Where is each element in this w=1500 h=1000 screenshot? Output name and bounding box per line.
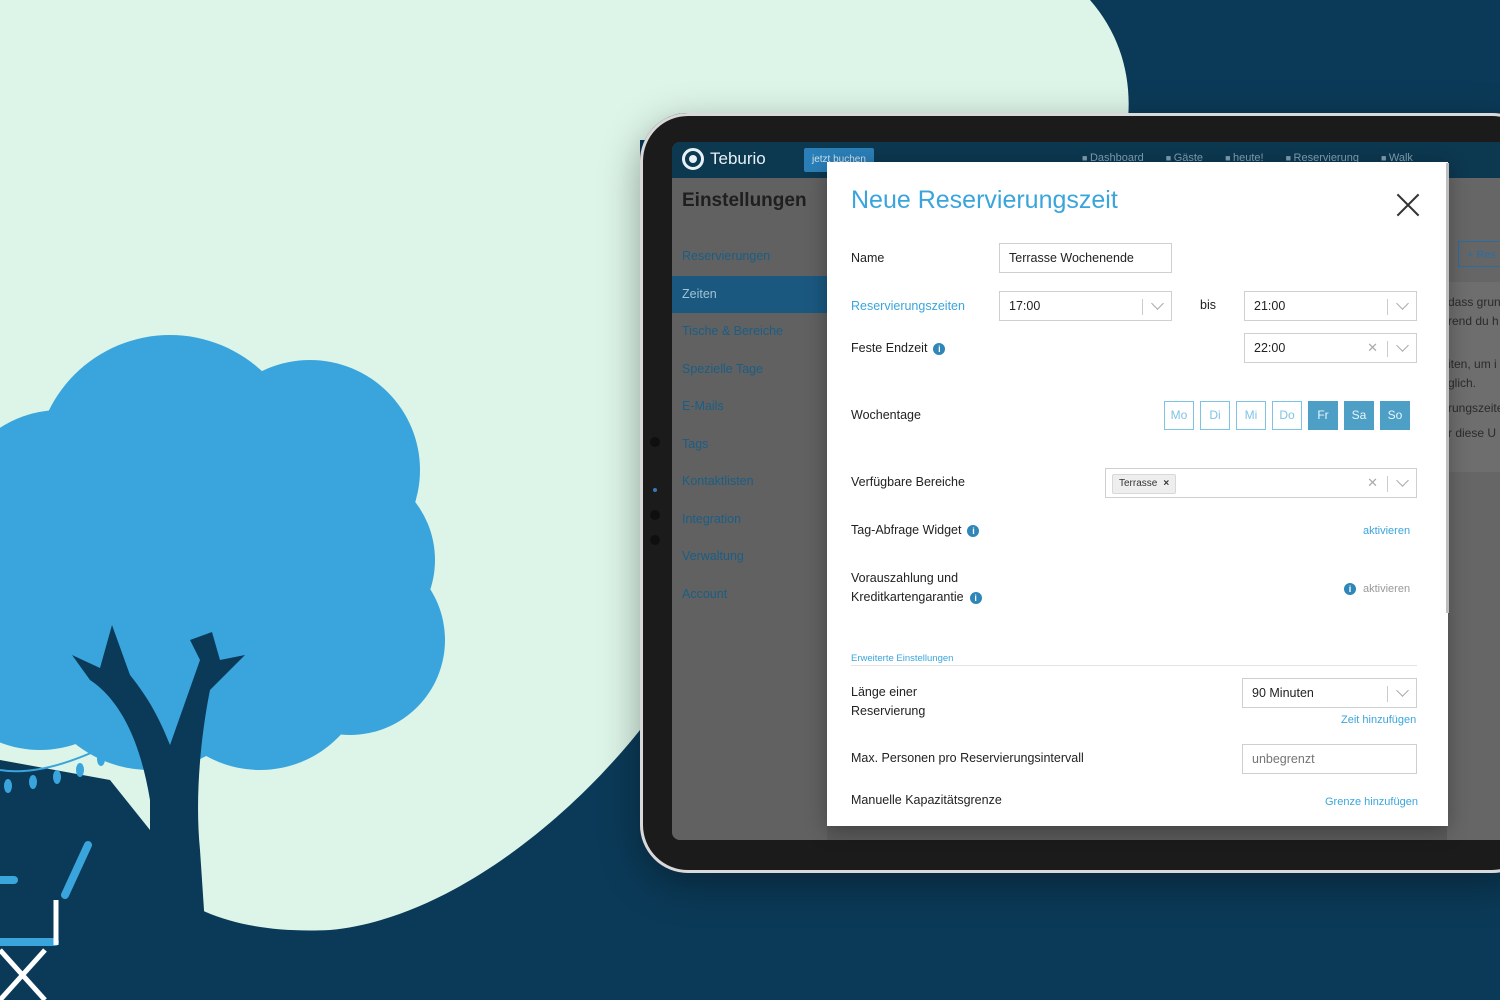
name-input[interactable]: Terrasse Wochenende bbox=[999, 243, 1172, 273]
times-separator: bis bbox=[1200, 298, 1216, 312]
fixed-end-label: Feste Endzeit i bbox=[851, 339, 946, 358]
select-separator bbox=[1142, 299, 1143, 315]
capacity-label: Manuelle Kapazitätsgrenze bbox=[851, 793, 1002, 807]
areas-multiselect[interactable]: Terrasse × ✕ bbox=[1105, 468, 1417, 498]
prepayment-label-line1: Vorauszahlung und bbox=[851, 571, 959, 585]
remove-tag-icon[interactable]: × bbox=[1163, 478, 1169, 489]
weekday-fr[interactable]: Fr bbox=[1308, 401, 1338, 430]
marketing-scene: Teburio jetzt buchen Dashboard Gäste heu… bbox=[0, 0, 1500, 1000]
sidebar-item-kontaktlisten[interactable]: Kontaktlisten bbox=[672, 463, 827, 501]
duration-label-line1: Länge einer bbox=[851, 685, 918, 699]
prepayment-label-line2: Kreditkartengarantie bbox=[851, 590, 964, 604]
fixed-end-value: 22:00 bbox=[1254, 341, 1286, 355]
weekday-mi[interactable]: Mi bbox=[1236, 401, 1266, 430]
tag-widget-label-text: Tag-Abfrage Widget bbox=[851, 523, 962, 537]
clear-icon[interactable]: ✕ bbox=[1367, 334, 1378, 362]
sidebar-item-tische-bereiche[interactable]: Tische & Bereiche bbox=[672, 313, 827, 351]
sidebar-item-emails[interactable]: E-Mails bbox=[672, 388, 827, 426]
max-persons-label: Max. Personen pro Reservierungsintervall bbox=[851, 751, 1084, 765]
chevron-down-icon[interactable] bbox=[1396, 339, 1409, 352]
background-text: rungszeite bbox=[1448, 401, 1500, 415]
background-text: iten, um i bbox=[1448, 357, 1497, 371]
new-reservation-time-modal: Neue Reservierungszeit Name Terrasse Woc… bbox=[827, 162, 1448, 826]
add-reservation-time-button[interactable]: + Res bbox=[1458, 241, 1500, 267]
sidebar-item-tags[interactable]: Tags bbox=[672, 426, 827, 464]
sidebar-list: Reservierungen Zeiten Tische & Bereiche … bbox=[672, 238, 827, 613]
weekdays-label: Wochentage bbox=[851, 408, 921, 422]
info-icon[interactable]: i bbox=[967, 524, 980, 537]
background-text: rend du h bbox=[1448, 314, 1499, 328]
add-time-link[interactable]: Zeit hinzufügen bbox=[1341, 714, 1416, 726]
sidebar-item-reservierungen[interactable]: Reservierungen bbox=[672, 238, 827, 276]
tablet-sensor bbox=[650, 510, 660, 520]
time-to-value: 21:00 bbox=[1254, 299, 1286, 313]
weekday-so[interactable]: So bbox=[1380, 401, 1410, 430]
section-divider bbox=[851, 665, 1417, 666]
weekday-di[interactable]: Di bbox=[1200, 401, 1230, 430]
duration-label-line2: Reservierung bbox=[851, 704, 926, 718]
weekday-toggle-group: Mo Di Mi Do Fr Sa So bbox=[1164, 401, 1410, 430]
tag-widget-activate-link[interactable]: aktivieren bbox=[1363, 525, 1410, 537]
add-limit-link[interactable]: Grenze hinzufügen bbox=[1325, 796, 1418, 808]
background-text: glich. bbox=[1448, 376, 1477, 390]
time-from-value: 17:00 bbox=[1009, 299, 1041, 313]
chevron-down-icon[interactable] bbox=[1396, 684, 1409, 697]
select-separator bbox=[1387, 686, 1388, 702]
sidebar-item-integration[interactable]: Integration bbox=[672, 501, 827, 539]
tablet-camera-light bbox=[653, 488, 657, 492]
sidebar-title: Einstellungen bbox=[682, 190, 807, 211]
tablet-sensor bbox=[650, 535, 660, 545]
close-icon[interactable] bbox=[1395, 192, 1421, 218]
advanced-settings-heading[interactable]: Erweiterte Einstellungen bbox=[851, 653, 953, 664]
clear-icon[interactable]: ✕ bbox=[1367, 469, 1378, 497]
prepayment-activate-link[interactable]: aktivieren bbox=[1363, 583, 1410, 595]
area-tag-label: Terrasse bbox=[1119, 478, 1158, 489]
max-persons-input[interactable] bbox=[1242, 744, 1417, 774]
app-name: Teburio bbox=[710, 149, 766, 168]
chevron-down-icon[interactable] bbox=[1396, 297, 1409, 310]
sidebar-item-spezielle-tage[interactable]: Spezielle Tage bbox=[672, 351, 827, 389]
sidebar-item-account[interactable]: Account bbox=[672, 576, 827, 614]
weekday-mo[interactable]: Mo bbox=[1164, 401, 1194, 430]
tree-illustration bbox=[0, 335, 445, 1000]
weekday-do[interactable]: Do bbox=[1272, 401, 1302, 430]
chevron-down-icon[interactable] bbox=[1151, 297, 1164, 310]
select-separator bbox=[1387, 341, 1388, 357]
tablet-sensor bbox=[650, 437, 660, 447]
name-label: Name bbox=[851, 251, 885, 265]
background-text: r diese U bbox=[1448, 426, 1497, 440]
info-icon[interactable]: i bbox=[969, 591, 982, 604]
reservation-times-label: Reservierungszeiten bbox=[851, 299, 965, 313]
modal-title: Neue Reservierungszeit bbox=[851, 186, 1118, 214]
chevron-down-icon[interactable] bbox=[1396, 474, 1409, 487]
fixed-end-select[interactable]: 22:00 ✕ bbox=[1244, 333, 1417, 363]
time-from-select[interactable]: 17:00 bbox=[999, 291, 1172, 321]
fixed-end-label-text: Feste Endzeit bbox=[851, 341, 928, 355]
info-icon[interactable]: i bbox=[1344, 583, 1356, 595]
modal-scrollbar[interactable] bbox=[1446, 163, 1449, 613]
duration-label: Länge einer Reservierung bbox=[851, 683, 925, 721]
background-text: dass grun bbox=[1448, 295, 1500, 309]
time-to-select[interactable]: 21:00 bbox=[1244, 291, 1417, 321]
weekday-sa[interactable]: Sa bbox=[1344, 401, 1374, 430]
sidebar-item-verwaltung[interactable]: Verwaltung bbox=[672, 538, 827, 576]
logo-icon bbox=[682, 148, 704, 170]
select-separator bbox=[1387, 299, 1388, 315]
duration-select[interactable]: 90 Minuten bbox=[1242, 678, 1417, 708]
tag-widget-label: Tag-Abfrage Widget i bbox=[851, 521, 980, 540]
area-tag-chip: Terrasse × bbox=[1112, 474, 1177, 494]
background-content bbox=[1447, 178, 1500, 840]
settings-sidebar: Einstellungen Reservierungen Zeiten Tisc… bbox=[672, 178, 827, 840]
info-icon[interactable]: i bbox=[933, 342, 946, 355]
select-separator bbox=[1387, 476, 1388, 492]
areas-label: Verfügbare Bereiche bbox=[851, 475, 965, 489]
sidebar-item-zeiten[interactable]: Zeiten bbox=[672, 275, 827, 313]
prepayment-label: Vorauszahlung und Kreditkartengarantie i bbox=[851, 569, 982, 607]
app-logo[interactable]: Teburio bbox=[682, 148, 766, 170]
duration-value: 90 Minuten bbox=[1252, 686, 1314, 700]
